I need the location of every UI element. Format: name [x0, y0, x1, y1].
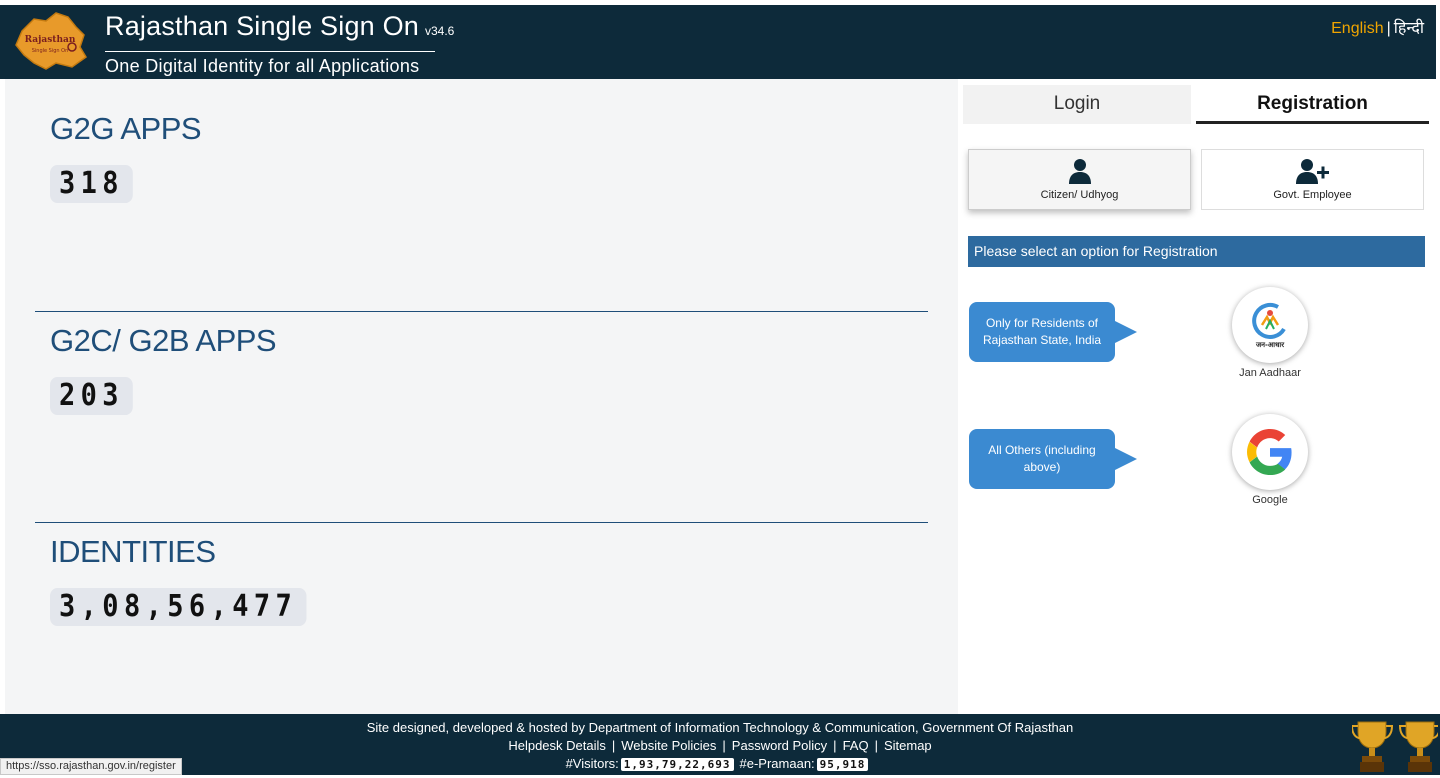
user-icon [1067, 158, 1093, 188]
footer-counters: #Visitors: 1,93,79,22,693 #e-Pramaan: 95,91… [0, 756, 1440, 771]
lang-english-link[interactable]: English [1331, 20, 1383, 37]
awards [1350, 718, 1440, 778]
app-version: v34.6 [425, 24, 455, 38]
lang-separator: | [1386, 20, 1391, 37]
jan-aadhaar-note: Only for Residents of Rajasthan State, I… [969, 302, 1137, 362]
auth-panel: Login Registration Citizen/ Udhyog Govt.… [958, 79, 1436, 714]
tab-login[interactable]: Login [963, 85, 1191, 124]
visitors-counter: 1,93,79,22,693 [620, 758, 734, 771]
reg-option-label: Govt. Employee [1273, 189, 1352, 201]
stat-g2c-g2b: G2C/ G2B APPS 203 [50, 323, 277, 415]
title-underline [105, 51, 435, 52]
divider [35, 311, 928, 312]
site-footer: Site designed, developed & hosted by Dep… [0, 714, 1440, 775]
stat-identities: IDENTITIES 3,08,56,477 [50, 534, 335, 626]
stat-label: G2C/ G2B APPS [50, 323, 277, 358]
jan-aadhaar-logo-icon: जन-आधार [1232, 287, 1308, 363]
google-note: All Others (including above) [969, 429, 1137, 489]
registration-info-bar: Please select an option for Registration [968, 236, 1425, 267]
title-block: Rajasthan Single Sign On v34.6 One Digita… [105, 11, 455, 76]
app-title: Rajasthan Single Sign On [105, 11, 419, 41]
password-policy-link[interactable]: Password Policy [732, 738, 827, 753]
trophy-icon [1350, 721, 1394, 772]
provider-label: Google [1252, 494, 1288, 506]
stat-label: G2G APPS [50, 111, 202, 146]
epramaan-label: #e-Pramaan: [739, 756, 815, 771]
app-subtitle: One Digital Identity for all Application… [105, 56, 420, 76]
reg-option-label: Citizen/ Udhyog [1040, 189, 1119, 201]
jan-aadhaar-logo-text: जन-आधार [1255, 341, 1285, 349]
footer-credit: Site designed, developed & hosted by Dep… [366, 720, 1074, 735]
jan-aadhaar-button[interactable]: जन-आधार Jan Aadhaar [1230, 287, 1310, 379]
lang-hindi-link[interactable]: हिन्दी [1394, 20, 1424, 37]
link-separator: | [722, 738, 726, 753]
link-separator: | [874, 738, 878, 753]
scrollbar[interactable] [1436, 5, 1440, 715]
link-separator: | [833, 738, 837, 753]
rajasthan-sso-logo[interactable]: Rajasthan Single Sign On [12, 9, 92, 73]
google-button[interactable]: Google [1230, 414, 1310, 506]
language-switch: English | हिन्दी [1331, 16, 1424, 38]
tab-registration[interactable]: Registration [1196, 85, 1429, 124]
epramaan-counter: 95,918 [816, 758, 869, 771]
footer-links: Helpdesk Details | Website Policies | Passwo… [0, 738, 1440, 753]
sitemap-link[interactable]: Sitemap [884, 738, 932, 753]
status-bar-url: https://sso.rajasthan.gov.in/register [0, 758, 182, 775]
stats-panel: G2G APPS 318 G2C/ G2B APPS 203 IDENTITIE… [5, 79, 958, 714]
visitors-label: #Visitors: [565, 756, 619, 771]
faq-link[interactable]: FAQ [843, 738, 869, 753]
svg-text:Single Sign On: Single Sign On [32, 48, 69, 54]
stat-counter: 203 [50, 377, 133, 415]
google-icon [1232, 414, 1308, 490]
trophy-icon [1398, 721, 1440, 772]
citizen-udhyog-button[interactable]: Citizen/ Udhyog [968, 149, 1191, 210]
provider-label: Jan Aadhaar [1239, 367, 1301, 379]
svg-text:Rajasthan: Rajasthan [25, 35, 76, 45]
stat-counter: 318 [50, 165, 133, 203]
divider [35, 522, 928, 523]
link-separator: | [611, 738, 616, 753]
helpdesk-link[interactable]: Helpdesk Details [508, 738, 606, 753]
user-plus-icon [1295, 158, 1331, 188]
stat-label: IDENTITIES [50, 534, 216, 569]
stat-counter: 3,08,56,477 [50, 588, 307, 626]
stat-g2g: G2G APPS 318 [50, 111, 202, 203]
website-policies-link[interactable]: Website Policies [621, 738, 716, 753]
govt-employee-button[interactable]: Govt. Employee [1201, 149, 1424, 210]
site-header: Rajasthan Single Sign On Rajasthan Singl… [0, 5, 1440, 79]
